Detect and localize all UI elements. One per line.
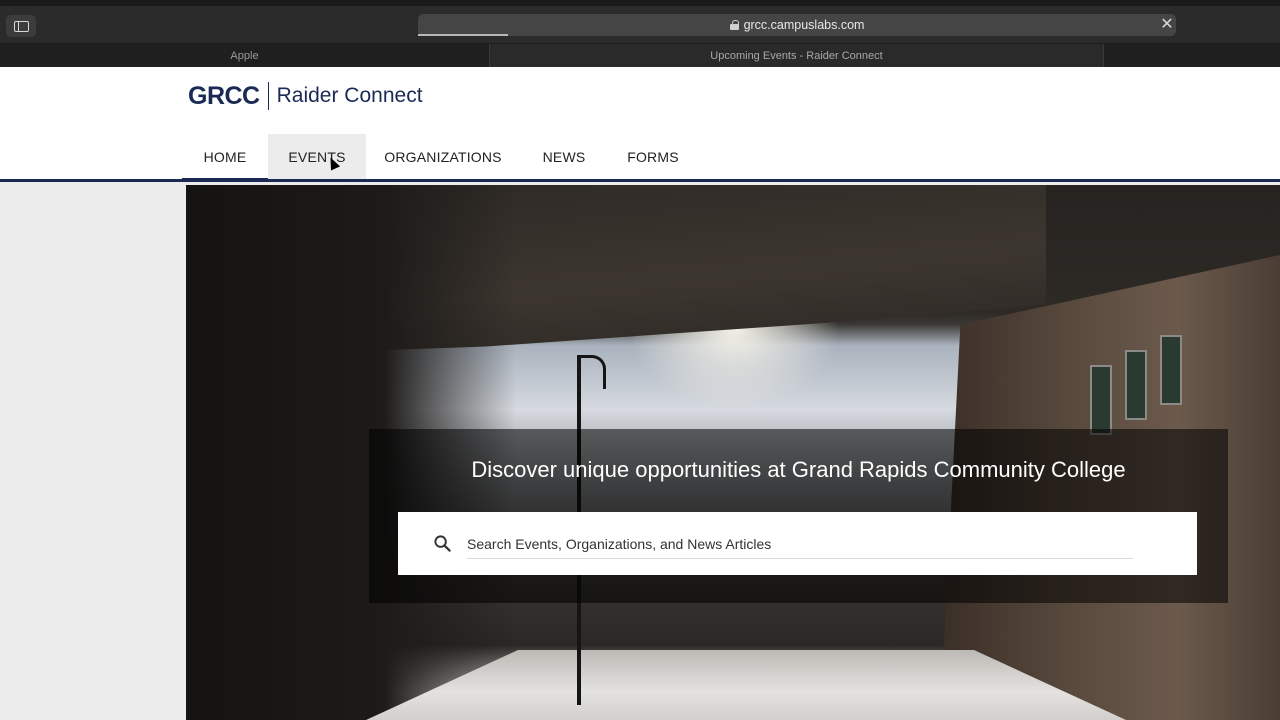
nav-item-label: ORGANIZATIONS [384,148,502,165]
search-icon[interactable] [433,534,452,553]
nav-item-events[interactable]: EVENTS [268,134,366,179]
hero-image-lamp-head [580,355,606,389]
browser-tab-bar: Apple Upcoming Events - Raider Connect [0,44,1280,67]
lock-icon [729,20,739,30]
sidebar-icon [13,20,29,32]
browser-tab-empty [1104,44,1280,67]
hero-search-panel: Discover unique opportunities at Grand R… [369,429,1228,603]
stop-loading-button[interactable]: ✕ [1158,16,1176,34]
browser-toolbar: grcc.campuslabs.com ✕ [0,6,1280,44]
browser-tab-upcoming-events[interactable]: Upcoming Events - Raider Connect [490,44,1104,67]
search-box [398,512,1197,575]
hero-headline: Discover unique opportunities at Grand R… [471,457,1126,482]
logo-text: Raider Connect [276,84,423,107]
sidebar-toggle-button[interactable] [6,15,36,37]
browser-tab-apple[interactable]: Apple [0,44,490,67]
hero-image-window [1125,350,1147,420]
nav-item-news[interactable]: NEWS [520,134,608,179]
site-header: GRCC Raider Connect HOME EVENTS ORGANIZA… [0,67,1280,182]
search-input[interactable] [467,529,1133,559]
nav-item-label: FORMS [627,148,679,165]
hero-banner: Discover unique opportunities at Grand R… [186,185,1280,720]
logo-mark: GRCC [188,81,260,110]
hero-image-window [1160,335,1182,405]
main-nav: HOME EVENTS ORGANIZATIONS NEWS FORMS [182,134,698,182]
close-icon: ✕ [1160,16,1174,33]
tab-label: Upcoming Events - Raider Connect [710,49,883,62]
address-bar-url: grcc.campuslabs.com [743,18,865,32]
logo-divider [267,82,269,110]
site-logo[interactable]: GRCC Raider Connect [188,81,423,110]
nav-item-label: HOME [203,148,247,165]
nav-item-home[interactable]: HOME [182,134,268,182]
nav-item-organizations[interactable]: ORGANIZATIONS [366,134,520,179]
tab-label: Apple [230,49,259,62]
nav-item-forms[interactable]: FORMS [608,134,698,179]
address-bar[interactable]: grcc.campuslabs.com [418,14,1176,36]
web-page: GRCC Raider Connect HOME EVENTS ORGANIZA… [0,67,1280,720]
nav-item-label: NEWS [542,148,586,165]
hero-image-window [1090,365,1112,435]
page-load-progress [418,34,508,36]
